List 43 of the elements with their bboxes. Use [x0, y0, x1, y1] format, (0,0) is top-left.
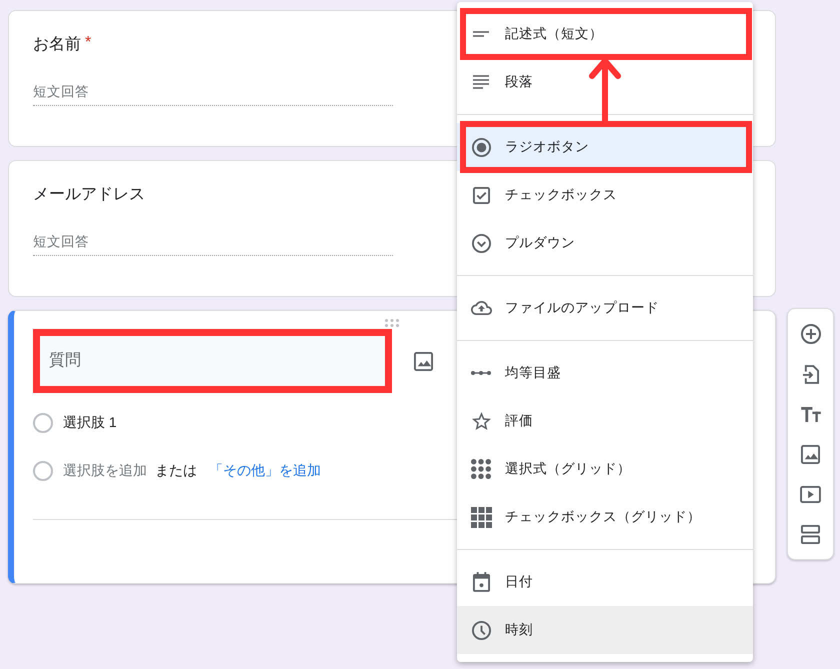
- short-answer-field[interactable]: 短文回答: [33, 228, 393, 256]
- radio-circle-icon: [33, 461, 53, 481]
- radio-circle-icon: [33, 413, 53, 433]
- cloud-upload-icon: [470, 301, 492, 315]
- menu-item[interactable]: ラジオボタン: [457, 123, 753, 171]
- short-answer-field[interactable]: 短文回答: [33, 78, 393, 106]
- square-grid-icon: [470, 506, 492, 528]
- drag-handle-icon[interactable]: [385, 319, 399, 327]
- chevron-circle-icon: [472, 234, 490, 252]
- menu-item[interactable]: プルダウン: [457, 219, 753, 267]
- menu-item[interactable]: チェックボックス（グリッド）: [457, 493, 753, 541]
- add-option-link[interactable]: 選択肢を追加: [63, 462, 147, 480]
- clock-icon: [472, 620, 490, 640]
- menu-item[interactable]: ファイルのアップロード: [457, 284, 753, 332]
- calendar-icon: [472, 572, 490, 592]
- section-icon[interactable]: [801, 524, 820, 544]
- file-import-icon[interactable]: [802, 364, 818, 384]
- menu-item[interactable]: 均等目盛: [457, 349, 753, 397]
- menu-item[interactable]: 日付: [457, 558, 753, 606]
- add-other-link[interactable]: 「その他」を追加: [209, 462, 321, 480]
- paragraph-lines-icon: [473, 75, 489, 89]
- menu-item[interactable]: チェックボックス: [457, 171, 753, 219]
- menu-item[interactable]: 時刻: [457, 606, 753, 654]
- checkbox-icon: [472, 186, 490, 204]
- menu-item[interactable]: 段落: [457, 58, 753, 106]
- menu-item[interactable]: 記述式（短文）: [457, 10, 753, 58]
- text-size-icon[interactable]: [800, 406, 820, 422]
- image-icon[interactable]: [801, 444, 820, 464]
- radio-button-icon: [472, 138, 490, 156]
- required-asterisk: *: [85, 33, 92, 53]
- dot-grid-icon: [471, 459, 491, 479]
- question-title: メールアドレス: [33, 185, 145, 205]
- short-lines-icon: [473, 31, 489, 37]
- option-label[interactable]: 選択肢 1: [63, 414, 117, 432]
- menu-item[interactable]: 評価: [457, 397, 753, 445]
- star-icon: [472, 412, 490, 430]
- question-title: お名前: [33, 35, 81, 55]
- dotted-line-icon: [471, 371, 491, 375]
- add-circle-icon[interactable]: [800, 324, 820, 344]
- menu-item[interactable]: 選択式（グリッド）: [457, 445, 753, 493]
- image-icon[interactable]: [414, 352, 433, 370]
- play-rectangle-icon[interactable]: [800, 486, 821, 502]
- or-text: または: [155, 462, 197, 480]
